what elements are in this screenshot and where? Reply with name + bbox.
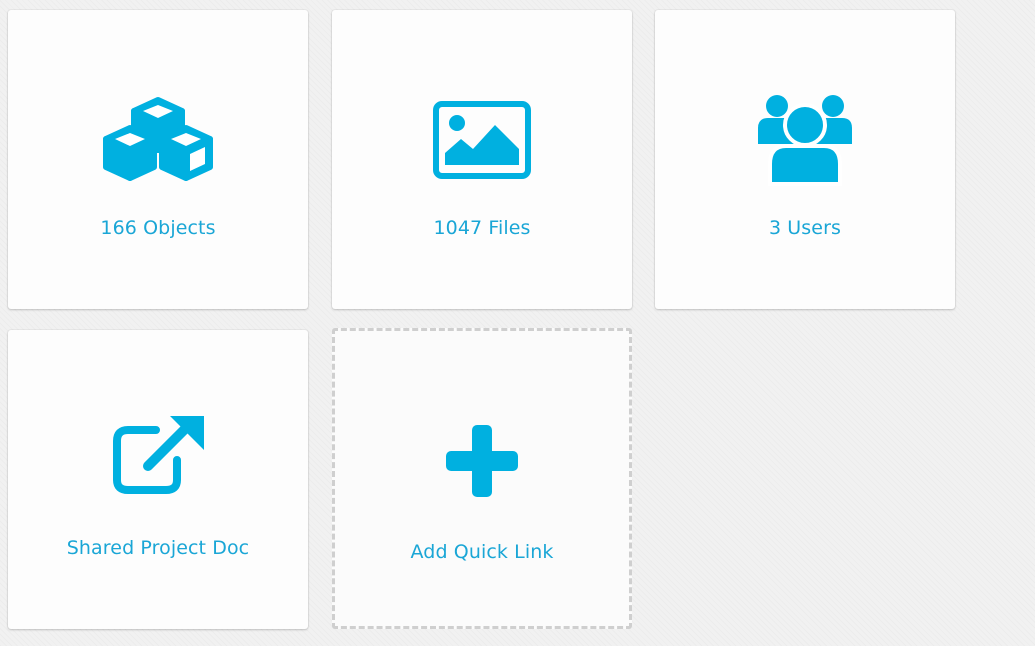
plus-icon: [335, 425, 629, 497]
users-icon: [655, 94, 955, 186]
tile-label: Add Quick Link: [410, 541, 554, 563]
files-tile[interactable]: 1047 Files: [332, 10, 632, 309]
external-link-icon: [8, 414, 308, 496]
shared-project-doc-tile[interactable]: Shared Project Doc: [8, 330, 308, 629]
tile-label: Shared Project Doc: [66, 537, 250, 559]
tile-label: 1047 Files: [433, 217, 531, 239]
users-tile[interactable]: 3 Users: [655, 10, 955, 309]
image-icon: [332, 101, 632, 179]
tile-label: 166 Objects: [100, 217, 216, 239]
cubes-icon: [8, 94, 308, 186]
tile-label: 3 Users: [768, 217, 842, 239]
objects-tile[interactable]: 166 Objects: [8, 10, 308, 309]
add-quick-link-button[interactable]: Add Quick Link: [332, 328, 632, 629]
